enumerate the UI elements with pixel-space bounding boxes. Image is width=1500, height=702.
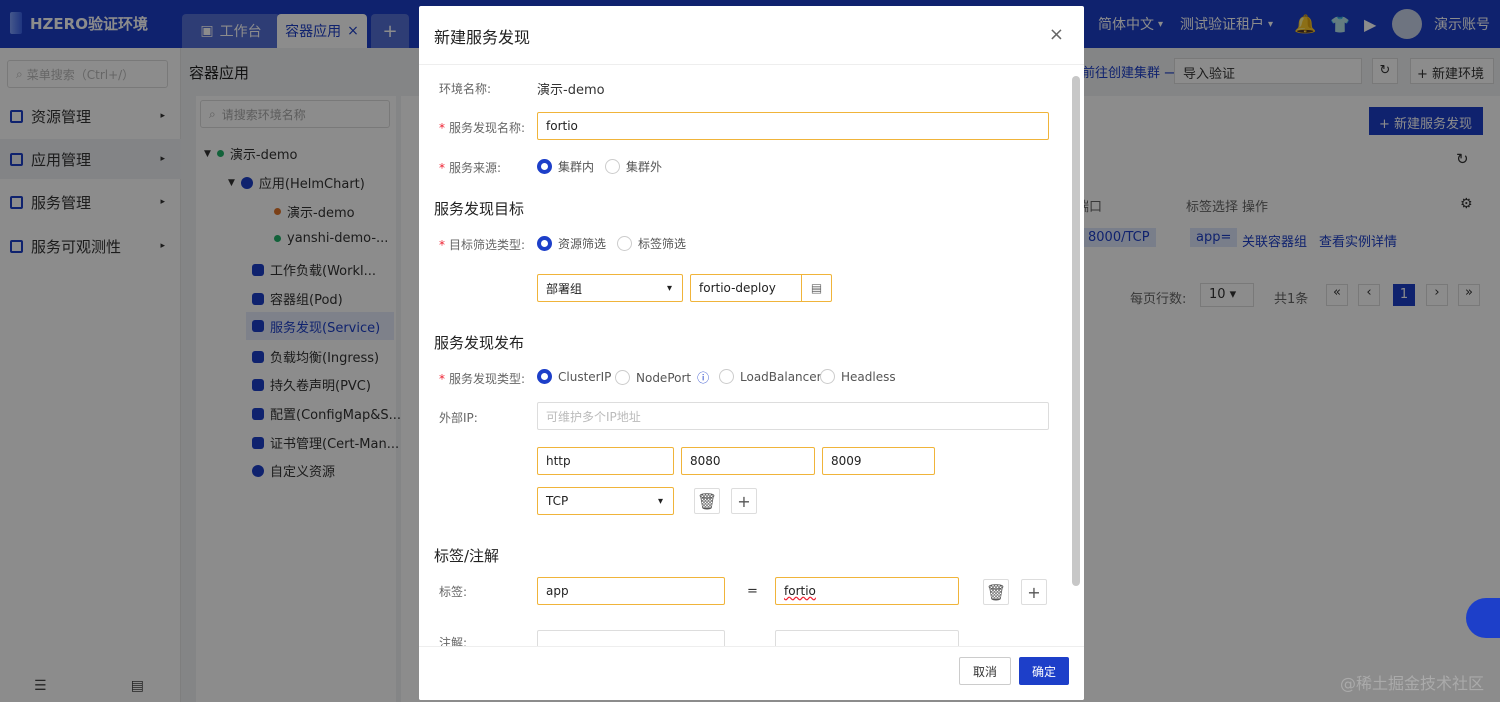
radio-label: NodePort	[636, 370, 692, 385]
external-ip-label: 外部IP:	[439, 411, 478, 425]
input-value: 8009	[831, 454, 862, 468]
env-value: 演示-demo	[537, 83, 605, 98]
radio-unchecked-icon	[615, 370, 630, 385]
input-value: fortio	[784, 584, 816, 598]
list-search-icon[interactable]: ▤	[801, 274, 831, 302]
radio-unchecked-icon	[820, 369, 835, 384]
source-radio-external[interactable]: 集群外	[605, 158, 662, 175]
chevron-down-icon: ▾	[657, 495, 663, 507]
label-field-label: 标签:	[439, 585, 468, 599]
radio-label: ClusterIP	[558, 369, 612, 384]
select-value: TCP	[546, 494, 569, 508]
confirm-button[interactable]: 确定	[1019, 657, 1069, 685]
input-value: app	[546, 584, 569, 598]
trash-icon: 🗑	[985, 582, 1007, 602]
modal-title: 新建服务发现	[434, 28, 531, 47]
source-radio-internal[interactable]: 集群内	[537, 158, 594, 175]
filter-radio-resource[interactable]: 资源筛选	[537, 235, 606, 252]
svc-type-headless[interactable]: Headless	[820, 369, 896, 384]
svc-type-nodeport[interactable]: NodePort ⓘ	[615, 369, 709, 386]
filter-radio-label[interactable]: 标签筛选	[617, 235, 686, 252]
env-label: 环境名称:	[439, 82, 492, 96]
info-icon[interactable]: ⓘ	[697, 369, 709, 386]
radio-label: Headless	[841, 369, 896, 384]
radio-label: LoadBalancer	[740, 369, 822, 384]
radio-checked-icon	[537, 236, 552, 251]
plus-icon: +	[1027, 582, 1041, 602]
divider	[419, 64, 1084, 65]
name-label: * 服务发现名称:	[439, 121, 526, 135]
assistant-float-icon[interactable]	[1466, 598, 1500, 638]
radio-label: 集群外	[626, 160, 663, 174]
input-value: http	[546, 454, 571, 468]
svc-type-clusterip[interactable]: ClusterIP	[537, 369, 611, 384]
radio-checked-icon	[537, 159, 552, 174]
radio-unchecked-icon	[605, 159, 620, 174]
filter-type-label: * 目标筛选类型:	[439, 238, 526, 252]
resource-name-input[interactable]: fortio-deploy ▤	[690, 274, 832, 302]
select-value: 部署组	[546, 281, 583, 296]
equals-sign: =	[747, 584, 758, 599]
watermark: @稀土掘金技术社区	[1339, 674, 1484, 693]
radio-unchecked-icon	[719, 369, 734, 384]
service-name-input[interactable]: fortio	[537, 112, 1049, 140]
modal-footer: 取消 确定	[419, 646, 1084, 700]
section-publish: 服务发现发布	[434, 334, 525, 352]
delete-port-button[interactable]: 🗑	[694, 488, 720, 514]
input-value: fortio-deploy	[699, 281, 776, 295]
protocol-select[interactable]: TCP ▾	[537, 487, 674, 515]
section-labels: 标签/注解	[434, 547, 500, 565]
delete-label-button[interactable]: 🗑	[983, 579, 1009, 605]
input-placeholder: 可维护多个IP地址	[546, 409, 641, 424]
source-label: * 服务来源:	[439, 161, 502, 175]
input-value: fortio	[546, 119, 578, 133]
label-key-input[interactable]: app	[537, 577, 725, 605]
radio-label: 集群内	[558, 160, 595, 174]
resource-kind-select[interactable]: 部署组 ▾	[537, 274, 683, 302]
section-target: 服务发现目标	[434, 200, 525, 218]
create-service-modal: 新建服务发现 × 环境名称: 演示-demo * 服务发现名称: fortio *…	[419, 6, 1084, 700]
input-value: 8080	[690, 454, 721, 468]
radio-checked-icon	[537, 369, 552, 384]
chevron-down-icon: ▾	[666, 282, 672, 294]
external-ip-input[interactable]: 可维护多个IP地址	[537, 402, 1049, 430]
add-label-button[interactable]: +	[1021, 579, 1047, 605]
cancel-button[interactable]: 取消	[959, 657, 1011, 685]
plus-icon: +	[737, 491, 751, 511]
radio-label: 标签筛选	[638, 237, 687, 251]
radio-unchecked-icon	[617, 236, 632, 251]
svc-type-label: * 服务发现类型:	[439, 372, 526, 386]
target-port-input[interactable]: 8009	[822, 447, 935, 475]
svc-type-loadbalancer[interactable]: LoadBalancer	[719, 369, 822, 384]
trash-icon: 🗑	[696, 491, 718, 511]
close-icon[interactable]: ×	[1049, 24, 1064, 45]
port-name-input[interactable]: http	[537, 447, 674, 475]
modal-scrollbar[interactable]	[1072, 76, 1080, 586]
radio-label: 资源筛选	[558, 237, 607, 251]
add-port-button[interactable]: +	[731, 488, 757, 514]
label-value-input[interactable]: fortio	[775, 577, 959, 605]
port-input[interactable]: 8080	[681, 447, 815, 475]
